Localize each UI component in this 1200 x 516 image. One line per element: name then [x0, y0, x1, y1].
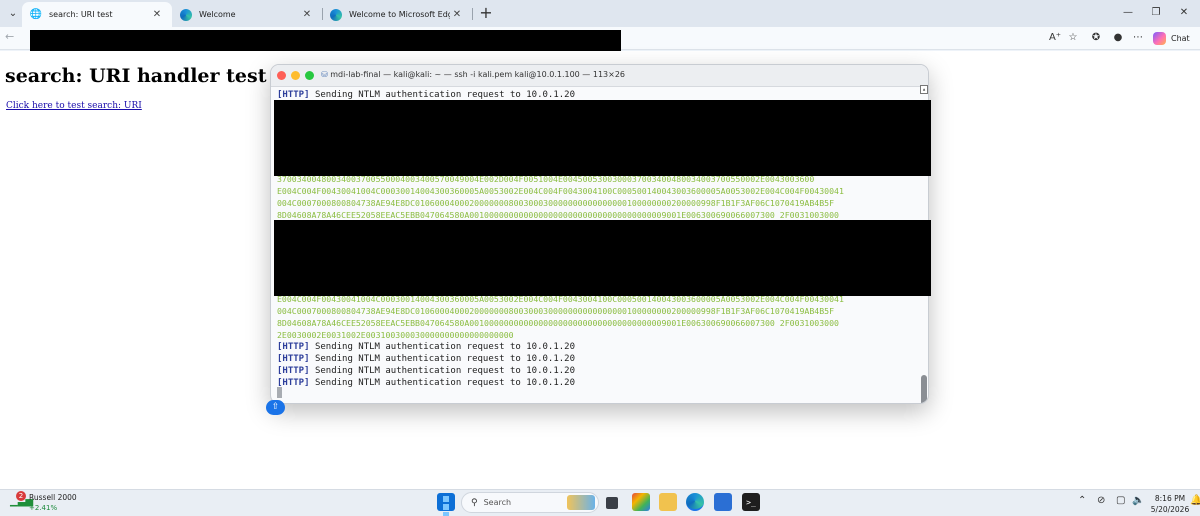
screen-share-icon[interactable]: ⇧ [266, 400, 285, 415]
start-button[interactable] [437, 493, 455, 516]
display-icon[interactable]: ▢ [1116, 495, 1125, 506]
tab-label: search: URI test [49, 10, 113, 19]
terminal-app-icon[interactable]: >_ [742, 493, 760, 511]
tab-strip: ⌄ 🌐 search: URI test ✕ Welcome ✕ Welcome… [0, 0, 1200, 27]
http-tag: [HTTP] [277, 90, 310, 100]
tab-search-uri-test[interactable]: 🌐 search: URI test ✕ [22, 2, 172, 27]
tab-welcome-to-microsoft-edge[interactable]: Welcome to Microsoft Edge ✕ [322, 2, 472, 27]
minimize-button[interactable]: — [1118, 4, 1138, 22]
store-icon[interactable] [714, 493, 732, 511]
close-icon[interactable]: ✕ [300, 9, 314, 20]
terminal-line: [HTTP] Sending NTLM authentication reque… [277, 341, 575, 353]
search-placeholder: Search [483, 498, 512, 507]
http-tag: [HTTP] [277, 354, 310, 364]
http-tag: [HTTP] [277, 366, 310, 376]
clock-date: 5/20/2026 [1150, 505, 1190, 514]
close-window-dot[interactable] [277, 71, 286, 80]
hex-line: 004C0007000800804738AE94E8DC010600040002… [277, 198, 835, 208]
volume-icon[interactable]: 🔈 [1132, 495, 1144, 506]
terminal-title-text: mdi-lab-final — kali@kali: ~ — ssh -i ka… [330, 70, 626, 79]
taskbar-search[interactable]: ⚲ Search [461, 492, 599, 513]
favorite-star-icon[interactable]: ☆ [1065, 30, 1081, 46]
hex-line: 2E0030002E0031002E0031003000300000000000… [277, 330, 514, 340]
copilot-icon [1153, 31, 1166, 45]
terminal-titlebar[interactable]: ⛁ mdi-lab-final — kali@kali: ~ — ssh -i … [271, 65, 928, 87]
tab-label: Welcome [199, 10, 236, 19]
terminal-line: [HTTP] Sending NTLM authentication reque… [277, 377, 575, 389]
back-arrow-icon[interactable]: ← [5, 30, 14, 43]
edge-icon [330, 8, 342, 21]
page-title: search: URI handler test [5, 65, 267, 87]
network-off-icon[interactable]: ⊘ [1097, 495, 1105, 506]
close-window-button[interactable]: ✕ [1174, 4, 1194, 22]
http-tag: [HTTP] [277, 342, 310, 352]
globe-icon: 🌐 [29, 9, 43, 20]
file-explorer-icon[interactable] [659, 493, 677, 511]
close-icon[interactable]: ✕ [150, 9, 164, 20]
close-icon[interactable]: ✕ [450, 9, 464, 20]
task-view-icon[interactable] [606, 497, 618, 509]
redacted-block [274, 220, 931, 296]
favorites-icon[interactable]: ✪ [1088, 30, 1104, 46]
terminal-scrollbar-thumb[interactable] [921, 375, 927, 403]
notification-badge: 2 [16, 491, 26, 501]
edge-icon [180, 8, 192, 21]
windows-logo-icon [443, 504, 449, 510]
tab-actions-menu-button[interactable]: ⌄ [3, 4, 23, 22]
taskbar: ▁▃▅ 2 Russell 2000 +2.41% ⚲ Search >_ ⌃ … [0, 489, 1200, 516]
close-icon: ✕ [1179, 7, 1189, 18]
edge-app-icon[interactable] [686, 493, 704, 511]
windows-logo-icon [443, 496, 449, 502]
profile-icon[interactable]: ● [1110, 30, 1126, 46]
chevron-down-icon: ⌄ [8, 7, 18, 19]
chevron-up-icon[interactable]: ⌃ [1078, 495, 1086, 506]
more-options-icon[interactable]: ⋯ [1130, 30, 1146, 46]
terminal-cursor [277, 387, 282, 398]
line-message: Sending NTLM authentication request to 1… [314, 366, 576, 376]
search-highlight-icon [567, 495, 595, 510]
tab-welcome[interactable]: Welcome ✕ [172, 2, 322, 27]
minimize-window-dot[interactable] [291, 71, 300, 80]
chat-label: Chat [1171, 33, 1190, 43]
folder-icon: ⛁ [321, 70, 328, 79]
scroll-up-icon[interactable]: ▴ [920, 85, 928, 94]
hex-line: E004C004F00430041004C0003001400430036000… [277, 186, 844, 196]
tab-separator [472, 8, 473, 20]
test-search-uri-link[interactable]: Click here to test search: URI [6, 101, 142, 111]
line-message: Sending NTLM authentication request to 1… [314, 354, 576, 364]
hex-line: 004C0007000800804738AE94E8DC010600040002… [277, 306, 835, 316]
maximize-button[interactable]: ❐ [1146, 4, 1166, 22]
windows-logo-icon [443, 512, 449, 516]
line-message: Sending NTLM authentication request to 1… [314, 90, 576, 100]
new-tab-button[interactable]: + [478, 4, 494, 22]
terminal-title: ⛁ mdi-lab-final — kali@kali: ~ — ssh -i … [321, 70, 625, 79]
terminal-line: [HTTP] Sending NTLM authentication reque… [277, 365, 575, 377]
copilot-chat-button[interactable]: Chat [1153, 29, 1190, 47]
line-message: Sending NTLM authentication request to 1… [314, 378, 576, 388]
copilot-app-icon[interactable] [632, 493, 650, 511]
restore-icon: ❐ [1151, 7, 1161, 18]
read-aloud-icon[interactable]: A⁺ [1047, 30, 1063, 46]
hex-line: 8D04608A78A46CEE52058EEAC5EBB047064580A0… [277, 318, 839, 328]
widget-change: +2.41% [29, 504, 58, 512]
tab-label: Welcome to Microsoft Edge [349, 10, 450, 19]
search-icon: ⚲ [471, 497, 478, 508]
browser-toolbar: ← A⁺ ☆ ✪ ● ⋯ Chat [0, 27, 1200, 59]
clock-time: 8:16 PM [1154, 494, 1186, 503]
redacted-block [274, 100, 931, 176]
terminal-line: [HTTP] Sending NTLM authentication reque… [277, 353, 575, 365]
line-message: Sending NTLM authentication request to 1… [314, 342, 576, 352]
notification-bell-icon[interactable]: 🔔 [1190, 495, 1200, 506]
clock[interactable]: 8:16 PM 5/20/2026 [1150, 493, 1190, 515]
zoom-window-dot[interactable] [305, 71, 314, 80]
plus-icon: + [479, 3, 493, 22]
minimize-icon: — [1123, 7, 1133, 18]
widget-title: Russell 2000 [29, 493, 77, 502]
